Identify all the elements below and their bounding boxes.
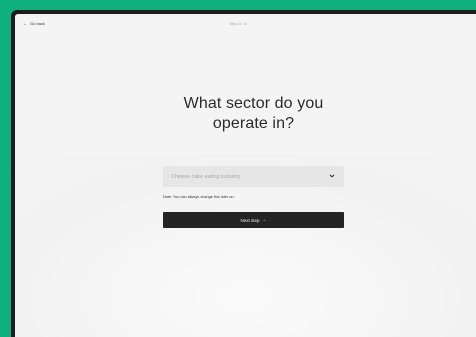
step-indicator: Step 5 / 6 (229, 21, 247, 26)
app-screen: ← Go back Step 5 / 6 What sector do you … (15, 14, 476, 337)
page-title: What sector do you operate in? (183, 95, 324, 132)
chevron-down-icon (329, 174, 335, 178)
top-bar: ← Go back Step 5 / 6 (15, 14, 476, 32)
sector-select[interactable]: Cheese cake eating industry (163, 166, 344, 187)
next-step-button[interactable]: Next step → (163, 212, 344, 228)
onboarding-form: What sector do you operate in? Cheese ca… (163, 94, 344, 228)
helper-note: Note: You can always change this later o… (163, 195, 235, 199)
sector-select-placeholder: Cheese cake eating industry (171, 173, 241, 180)
next-step-label: Next step (240, 217, 260, 223)
device-background: ← Go back Step 5 / 6 What sector do you … (0, 0, 476, 337)
arrow-right-icon: → (261, 217, 267, 223)
